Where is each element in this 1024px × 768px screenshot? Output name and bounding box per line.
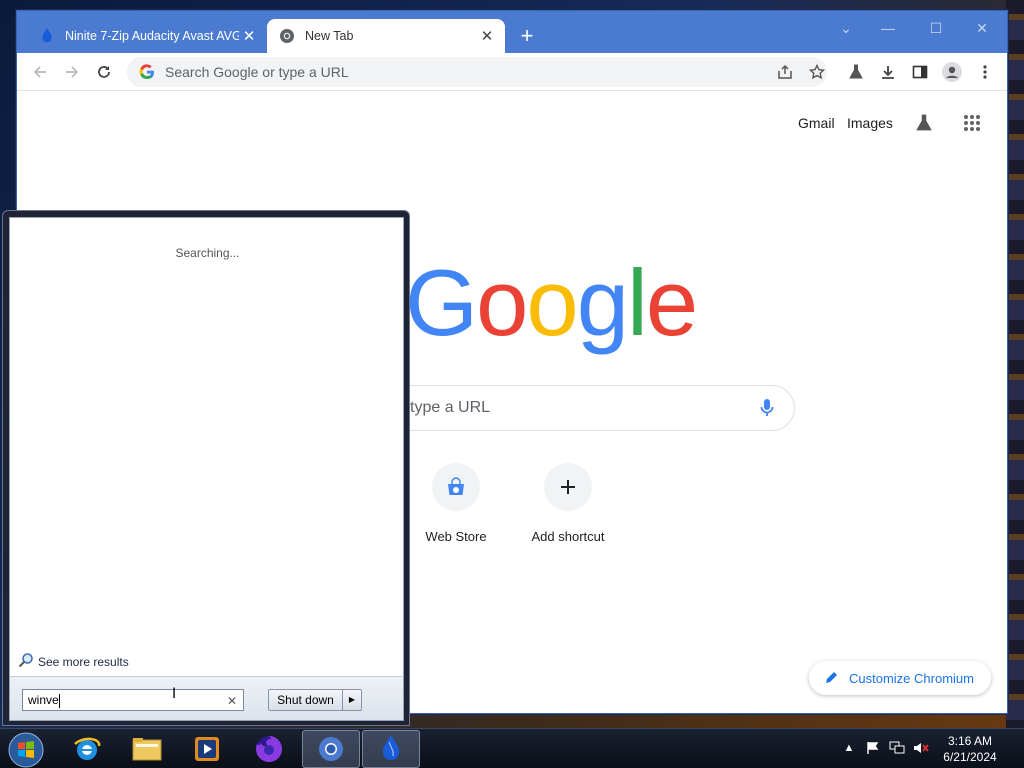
close-window-button[interactable]: ✕ [967,17,997,39]
clear-search-icon[interactable]: ✕ [227,691,237,711]
windows-start-orb[interactable] [6,731,46,768]
logo-letter: G [405,250,478,355]
chromium-favicon-icon [279,28,295,44]
clock-date: 6/21/2024 [943,750,997,764]
shortcut-add[interactable]: Add shortcut [518,463,618,544]
web-store-icon [432,463,480,511]
labs-flask-icon[interactable] [912,111,936,135]
tab-label: New Tab [305,29,354,43]
shut-down-button[interactable]: Shut down ▶ [268,689,362,711]
start-search-input[interactable]: winve ✕ [22,689,244,711]
action-center-flag-icon[interactable] [864,739,882,757]
shortcut-web-store[interactable]: Web Store [406,463,506,544]
start-menu: Searching... See more results winve ✕ Ⅰ … [2,210,410,726]
see-more-results-link[interactable]: See more results [18,652,129,671]
google-apps-grid-icon[interactable] [960,111,984,135]
address-bar[interactable]: Search Google or type a URL [127,57,827,87]
google-logo: Google [405,249,698,357]
show-hidden-icons-arrow-icon[interactable]: ▲ [840,739,858,757]
tab-new-tab[interactable]: New Tab ✕ [267,19,505,53]
clock-time: 3:16 AM [947,734,993,748]
network-icon[interactable] [888,739,906,757]
images-link[interactable]: Images [847,115,893,131]
shortcut-label: Web Store [425,529,487,544]
share-icon[interactable] [775,62,795,82]
microphone-icon[interactable] [760,398,774,423]
tab-close-icon[interactable]: ✕ [477,26,497,46]
search-status: Searching... [175,246,240,260]
tab-ninite[interactable]: Ninite 7-Zip Audacity Avast AVG ✕ [23,19,267,53]
text-caret [58,693,60,708]
google-g-icon [139,64,155,80]
side-panel-icon[interactable] [910,62,930,82]
bookmark-star-icon[interactable] [807,62,827,82]
shortcut-label: Add shortcut [531,529,605,544]
download-icon[interactable] [878,62,898,82]
ibeam-cursor-icon: Ⅰ [172,685,177,701]
desktop-wallpaper-edge [1006,0,1024,728]
internet-explorer-icon[interactable] [58,730,116,768]
see-more-label: See more results [38,654,129,669]
ntp-search-placeholder: type a URL [410,399,491,416]
logo-letter: o [476,250,528,355]
logo-letter: o [526,250,578,355]
chromium-icon[interactable] [302,730,360,768]
gmail-link[interactable]: Gmail [798,115,835,131]
minimize-button[interactable]: — [873,17,903,39]
tab-search-chevron-icon[interactable]: ⌄ [831,17,861,39]
taskbar: ▲ 3:16 AM 6/21/2024 [0,728,1024,768]
logo-letter: g [576,250,629,355]
browser-menu-icon[interactable] [975,62,995,82]
logo-letter: l [626,250,648,355]
labs-flask-icon[interactable] [846,62,866,82]
ninite-favicon-icon [39,28,55,44]
customize-label: Customize Chromium [849,670,974,686]
back-button[interactable] [29,61,51,83]
forward-button[interactable] [61,61,83,83]
tab-close-icon[interactable]: ✕ [239,26,259,46]
volume-muted-icon[interactable] [912,739,930,757]
file-explorer-icon[interactable] [118,730,176,768]
start-menu-bottom-bar: winve ✕ Ⅰ Shut down ▶ [10,676,403,720]
media-player-icon[interactable] [178,730,236,768]
new-tab-button[interactable]: + [515,25,539,49]
magnifier-icon [18,652,34,671]
customize-chromium-button[interactable]: Customize Chromium [809,661,991,695]
start-search-value: winve [28,693,59,707]
system-clock[interactable]: 3:16 AM 6/21/2024 [938,733,1002,765]
title-bar: Ninite 7-Zip Audacity Avast AVG ✕ New Ta… [17,11,1007,53]
address-bar-placeholder: Search Google or type a URL [165,64,349,80]
shut-down-label: Shut down [269,690,343,710]
start-menu-results-panel: Searching... See more results winve ✕ Ⅰ … [9,217,404,721]
maximize-button[interactable]: ☐ [921,17,951,39]
ninite-icon[interactable] [362,730,420,768]
shut-down-options-arrow-icon[interactable]: ▶ [343,690,361,710]
logo-letter: e [645,250,698,355]
profile-avatar-icon[interactable] [942,62,962,82]
reload-button[interactable] [93,61,115,83]
browser-toolbar: Search Google or type a URL [17,53,1007,91]
pencil-icon [825,670,839,687]
plus-icon [544,463,592,511]
firefox-icon[interactable] [240,730,298,768]
tab-label: Ninite 7-Zip Audacity Avast AVG [65,29,239,43]
